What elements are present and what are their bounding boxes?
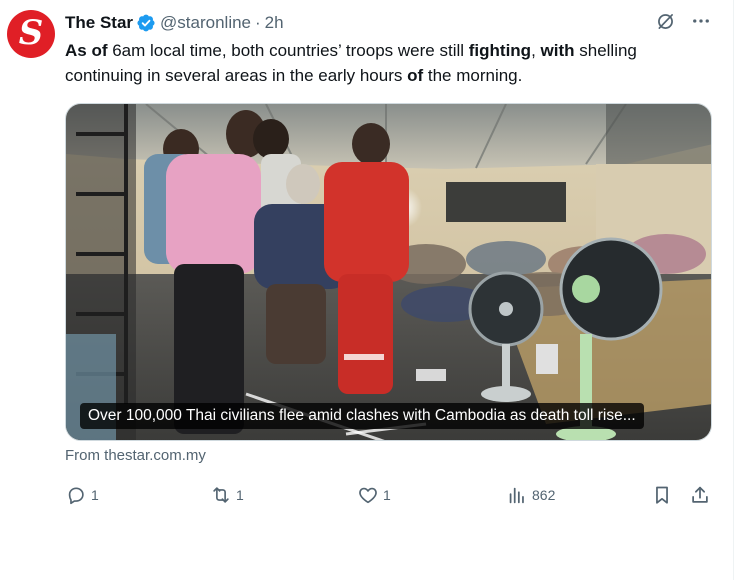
views-button[interactable]: 862 (506, 482, 555, 508)
share-button[interactable] (689, 482, 711, 508)
bookmark-button[interactable] (651, 482, 673, 508)
tweet-text-segment: 6am local time, both countries’ troops w… (107, 41, 469, 60)
display-name[interactable]: The Star (65, 13, 133, 33)
timestamp[interactable]: 2h (265, 13, 284, 33)
tweet-text-segment: with (540, 41, 575, 60)
header-actions (654, 10, 712, 32)
grok-icon[interactable] (654, 10, 676, 32)
like-button[interactable]: 1 (357, 482, 391, 508)
tweet-text-segment: , (531, 41, 541, 60)
repost-button[interactable]: 1 (210, 482, 244, 508)
views-icon (506, 484, 528, 506)
avatar-logo-letter: S (18, 13, 44, 53)
repost-count: 1 (236, 487, 244, 503)
like-count: 1 (383, 487, 391, 503)
card-caption: Over 100,000 Thai civilians flee amid cl… (80, 403, 644, 429)
more-icon[interactable] (690, 10, 712, 32)
like-icon (357, 484, 379, 506)
avatar[interactable]: S (7, 10, 55, 58)
reply-count: 1 (91, 487, 99, 503)
source-link[interactable]: From thestar.com.my (65, 447, 206, 464)
tweet-text-segment: of (407, 66, 424, 85)
bookmark-icon (651, 484, 673, 506)
tweet-text-segment: fighting (468, 41, 532, 60)
tweet-text: As of 6am local time, both countries’ tr… (65, 38, 705, 88)
action-bar: 1 1 1 862 (65, 482, 715, 508)
reply-icon (65, 484, 87, 506)
link-card[interactable]: Over 100,000 Thai civilians flee amid cl… (65, 103, 712, 441)
tweet-text-segment: the morning. (423, 66, 523, 85)
share-icon (689, 484, 711, 506)
tweet[interactable]: S The Star @staronline · 2h As of 6am lo… (0, 0, 734, 580)
verified-badge-icon (136, 13, 156, 33)
handle[interactable]: @staronline (160, 13, 251, 33)
news-photo (66, 104, 711, 440)
reply-button[interactable]: 1 (65, 482, 99, 508)
repost-icon (210, 484, 232, 506)
tweet-header: The Star @staronline · 2h (65, 12, 284, 34)
separator-dot: · (255, 13, 261, 32)
views-count: 862 (532, 487, 556, 503)
tweet-text-segment: As of (65, 41, 108, 60)
